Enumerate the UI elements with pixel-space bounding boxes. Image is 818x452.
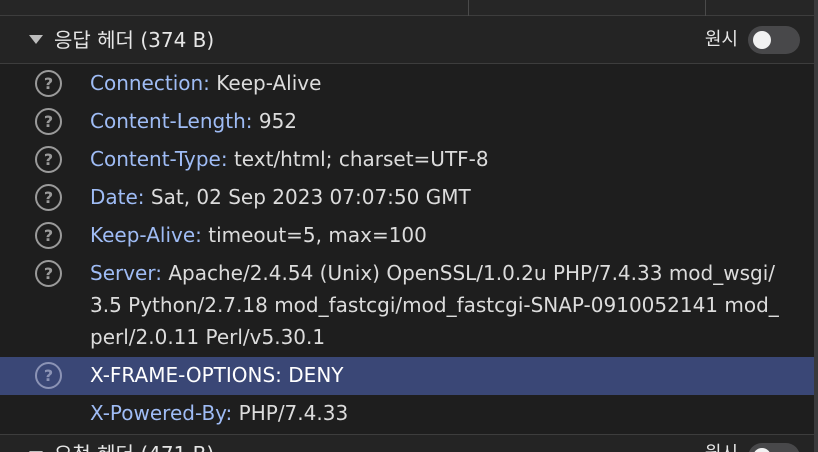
header-value: 952 bbox=[258, 109, 298, 133]
request-headers-title: 요청 헤더 (471 B) bbox=[54, 440, 214, 452]
disclosure-triangle-icon[interactable] bbox=[29, 35, 43, 44]
header-entry-multiline: Server: Apache/2.4.54 (Unix) OpenSSL/1.0… bbox=[90, 257, 780, 353]
header-key: Content-Length: bbox=[90, 109, 259, 133]
header-key: Connection: bbox=[90, 71, 217, 95]
header-row-x-frame-options-selected[interactable]: ? X-FRAME-OPTIONS: DENY bbox=[0, 357, 814, 395]
toggle-knob bbox=[753, 448, 771, 452]
column-divider bbox=[468, 0, 469, 16]
response-header-list: ? Connection: Keep-Alive ? Content-Lengt… bbox=[0, 65, 814, 433]
raw-toggle-label: 원시 bbox=[705, 441, 738, 452]
header-row-x-powered-by[interactable]: X-Powered-By: PHP/7.4.33 bbox=[0, 395, 814, 433]
header-value: Sat, 02 Sep 2023 07:07:50 GMT bbox=[150, 185, 471, 209]
header-key: X-Powered-By: bbox=[90, 401, 239, 425]
help-icon[interactable]: ? bbox=[35, 184, 62, 211]
header-key: Content-Type: bbox=[90, 147, 234, 171]
raw-toggle-switch[interactable] bbox=[748, 443, 800, 452]
raw-toggle-switch[interactable] bbox=[748, 26, 800, 54]
header-value: DENY bbox=[288, 363, 344, 387]
toggle-knob bbox=[753, 31, 771, 49]
help-icon[interactable]: ? bbox=[35, 362, 62, 389]
header-key: Date: bbox=[90, 185, 151, 209]
header-row-date[interactable]: ? Date: Sat, 02 Sep 2023 07:07:50 GMT bbox=[0, 179, 814, 217]
header-value: PHP/7.4.33 bbox=[238, 401, 349, 425]
scrollbar-track[interactable] bbox=[814, 0, 818, 452]
previous-section-strip bbox=[0, 0, 814, 16]
headers-panel: 응답 헤더 (374 B) 원시 ? Connection: Keep-Aliv… bbox=[0, 0, 818, 452]
header-row-connection[interactable]: ? Connection: Keep-Alive bbox=[0, 65, 814, 103]
header-row-server[interactable]: ? Server: Apache/2.4.54 (Unix) OpenSSL/1… bbox=[0, 255, 814, 357]
header-key: Server: bbox=[90, 261, 169, 285]
raw-toggle-label: 원시 bbox=[704, 29, 738, 50]
header-value: Apache/2.4.54 (Unix) OpenSSL/1.0.2u PHP/… bbox=[90, 261, 779, 349]
help-icon[interactable]: ? bbox=[35, 260, 62, 287]
header-row-content-length[interactable]: ? Content-Length: 952 bbox=[0, 103, 814, 141]
header-value: Keep-Alive bbox=[216, 71, 322, 95]
help-icon[interactable]: ? bbox=[35, 70, 62, 97]
header-key: X-FRAME-OPTIONS: bbox=[90, 363, 289, 387]
help-icon[interactable]: ? bbox=[35, 108, 62, 135]
help-icon[interactable]: ? bbox=[35, 146, 62, 173]
header-row-content-type[interactable]: ? Content-Type: text/html; charset=UTF-8 bbox=[0, 141, 814, 179]
column-divider bbox=[705, 0, 706, 16]
request-headers-section-header[interactable]: 요청 헤더 (471 B) 원시 bbox=[0, 434, 814, 452]
header-key: Keep-Alive: bbox=[90, 223, 209, 247]
header-row-keep-alive[interactable]: ? Keep-Alive: timeout=5, max=100 bbox=[0, 217, 814, 255]
header-value: timeout=5, max=100 bbox=[208, 223, 427, 247]
header-value: text/html; charset=UTF-8 bbox=[233, 147, 489, 171]
response-headers-title: 응답 헤더 (374 B) bbox=[54, 28, 215, 52]
response-headers-section-header[interactable]: 응답 헤더 (374 B) 원시 bbox=[0, 16, 814, 64]
help-icon[interactable]: ? bbox=[35, 222, 62, 249]
